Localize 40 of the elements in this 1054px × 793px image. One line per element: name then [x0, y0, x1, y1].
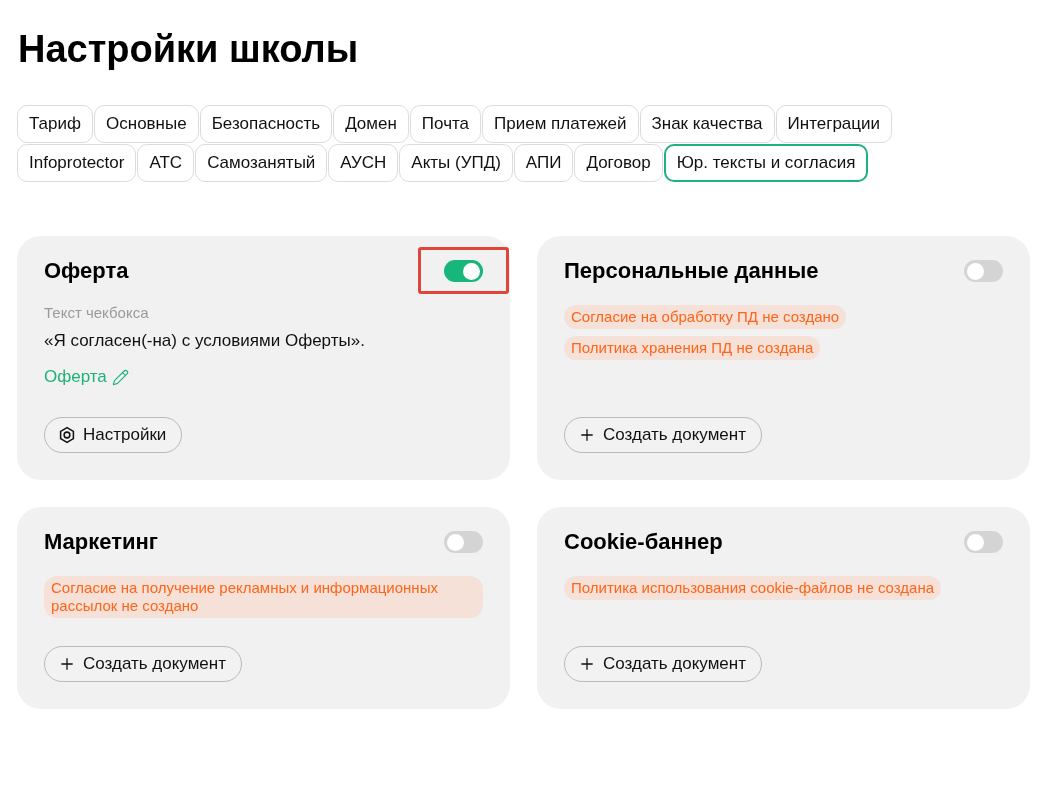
settings-icon — [58, 426, 76, 444]
tab[interactable]: АПИ — [513, 144, 574, 182]
tab[interactable]: Infoprotector — [17, 144, 137, 182]
tab[interactable]: Юр. тексты и согласия — [663, 144, 869, 182]
toggle-switch[interactable] — [444, 531, 483, 553]
warning-badge: Политика использования cookie-файлов не создана — [564, 576, 942, 600]
plus-icon — [578, 426, 596, 444]
create-document-button[interactable]: Создать документ — [564, 646, 762, 682]
pencil-icon — [111, 368, 129, 386]
tab[interactable]: Знак качества — [639, 105, 775, 143]
plus-icon — [58, 655, 76, 673]
warning-badge: Согласие на получение рекламных и информационных рассылок не создано — [44, 576, 483, 618]
tab[interactable]: АТС — [137, 144, 195, 182]
card-title: Маркетинг — [44, 528, 158, 556]
tab[interactable]: АУСН — [328, 144, 399, 182]
tab[interactable]: Безопасность — [199, 105, 333, 143]
toggle-switch[interactable] — [964, 531, 1003, 553]
card-title: Персональные данные — [564, 257, 819, 285]
create-document-button[interactable]: Создать документ — [44, 646, 242, 682]
checkbox-text: «Я согласен(-на) с условиями Оферты». — [44, 330, 366, 352]
plus-icon — [578, 655, 596, 673]
tab[interactable]: Акты (УПД) — [399, 144, 513, 182]
tab[interactable]: Тариф — [17, 105, 93, 143]
toggle-switch[interactable] — [964, 260, 1003, 282]
page-title: Настройки школы — [17, 27, 360, 72]
tab[interactable]: Основные — [94, 105, 199, 143]
settings-button[interactable]: Настройки — [44, 417, 183, 453]
create-document-button[interactable]: Создать документ — [564, 417, 762, 453]
toggle-switch[interactable] — [444, 260, 483, 282]
tab[interactable]: Прием платежей — [482, 105, 639, 143]
field-label: Текст чекбокса — [44, 303, 150, 323]
tab[interactable]: Домен — [333, 105, 409, 143]
warning-badge: Согласие на обработку ПД не создано — [564, 305, 847, 329]
card-title: Cookie-баннер — [564, 528, 723, 556]
tab[interactable]: Самозанятый — [195, 144, 328, 182]
tab[interactable]: Договор — [574, 144, 663, 182]
tab[interactable]: Почта — [409, 105, 482, 143]
warning-badge: Политика хранения ПД не создана — [564, 336, 821, 360]
card-title: Оферта — [44, 257, 129, 285]
tab[interactable]: Интеграции — [775, 105, 893, 143]
